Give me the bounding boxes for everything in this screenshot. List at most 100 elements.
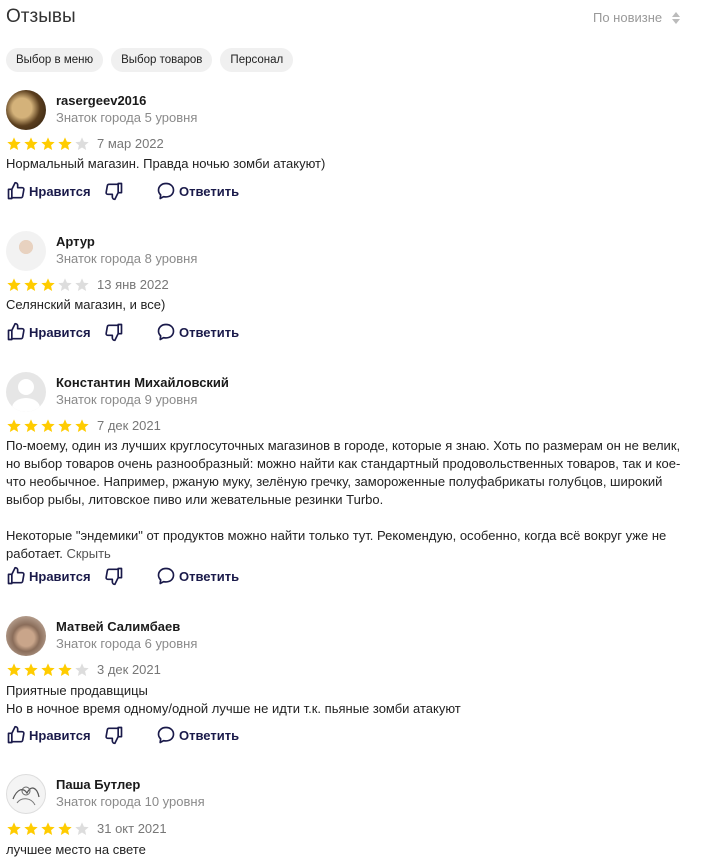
review-text: По-моему, один из лучших круглосуточных … [6,437,686,563]
collapse-link[interactable]: Скрыть [66,546,110,561]
review-date: 31 окт 2021 [97,821,167,836]
star-filled-icon [24,663,38,676]
sketch-avatar-icon [12,786,40,806]
review-text: Приятные продавщицы Но в ночное время од… [6,682,686,718]
review-actions: Нравится Ответить [6,181,266,203]
avatar[interactable] [6,616,46,656]
like-label: Нравится [29,183,91,199]
like-button[interactable]: Нравится [6,725,91,745]
review-paragraph: Но в ночное время одному/одной лучше не … [6,701,461,716]
avatar[interactable] [6,774,46,814]
like-button[interactable]: Нравится [6,566,91,586]
avatar[interactable] [6,372,46,412]
chip-staff[interactable]: Персонал [220,48,294,72]
star-empty-icon [75,137,89,150]
like-button[interactable]: Нравится [6,322,91,342]
star-filled-icon [58,822,72,835]
star-filled-icon [41,419,55,432]
author-name[interactable]: rasergeev2016 [56,93,146,108]
star-filled-icon [58,663,72,676]
like-label: Нравится [29,568,91,584]
thumbs-down-icon [104,322,124,342]
sort-label: По новизне [593,10,663,25]
thumbs-up-icon [6,725,26,745]
review-date: 7 мар 2022 [97,136,164,151]
dislike-button[interactable] [104,181,124,201]
star-empty-icon [58,278,72,291]
rating-stars [6,662,90,678]
thumbs-up-icon [6,566,26,586]
like-button[interactable]: Нравится [6,181,91,201]
review-text: лучшее место на свете [6,841,686,859]
review-paragraph: По-моему, один из лучших круглосуточных … [6,438,681,507]
review-text: Селянский магазин, и все) [6,296,686,314]
thumbs-down-icon [104,725,124,745]
chip-goods-choice[interactable]: Выбор товаров [111,48,213,72]
star-filled-icon [7,419,21,432]
reply-button[interactable]: Ответить [156,322,239,342]
star-filled-icon [24,137,38,150]
star-empty-icon [75,278,89,291]
author-name[interactable]: Матвей Салимбаев [56,619,180,634]
reply-label: Ответить [179,568,240,584]
star-empty-icon [75,822,89,835]
thumbs-up-icon [6,181,26,201]
sort-arrows-icon [672,11,681,24]
rating-stars [6,277,90,293]
comment-bubble-icon [156,725,176,745]
default-avatar-icon [12,379,40,412]
review-actions: Нравится Ответить [6,725,266,747]
dislike-button[interactable] [104,322,124,342]
author-name[interactable]: Артур [56,234,95,249]
review-text: Нормальный магазин. Правда ночью зомби а… [6,155,686,173]
review-date: 13 янв 2022 [97,277,169,292]
author-level: Знаток города 9 уровня [56,392,198,407]
star-filled-icon [75,419,89,432]
star-filled-icon [7,137,21,150]
like-label: Нравится [29,727,91,743]
chip-menu-choice[interactable]: Выбор в меню [6,48,104,72]
review-actions: Нравится Ответить [6,322,266,344]
star-filled-icon [41,663,55,676]
avatar[interactable] [6,231,46,271]
avatar[interactable] [6,90,46,130]
star-filled-icon [24,419,38,432]
review-paragraph: Нормальный магазин. Правда ночью зомби а… [6,156,326,171]
filter-chips: Выбор в меню Выбор товаров Персонал [6,48,294,72]
reply-label: Ответить [179,727,240,743]
star-filled-icon [58,137,72,150]
reviews-header: Отзывы По новизне [6,6,713,32]
author-name[interactable]: Паша Бутлер [56,777,140,792]
star-filled-icon [24,822,38,835]
star-filled-icon [24,278,38,291]
star-empty-icon [75,663,89,676]
rating-stars [6,136,90,152]
dislike-button[interactable] [104,725,124,745]
sort-dropdown[interactable]: По новизне [593,10,681,25]
thumbs-down-icon [104,566,124,586]
review-paragraph: Селянский магазин, и все) [6,297,166,312]
comment-bubble-icon [156,322,176,342]
author-level: Знаток города 5 уровня [56,110,198,125]
rating-stars [6,418,90,434]
review-paragraph: лучшее место на свете [6,842,146,857]
star-filled-icon [41,822,55,835]
author-level: Знаток города 6 уровня [56,636,198,651]
thumbs-up-icon [6,322,26,342]
like-label: Нравится [29,324,91,340]
review-date: 7 дек 2021 [97,418,161,433]
rating-stars [6,821,90,837]
thumbs-down-icon [104,181,124,201]
star-filled-icon [41,278,55,291]
author-name[interactable]: Константин Михайловский [56,375,229,390]
reply-label: Ответить [179,324,240,340]
reply-button[interactable]: Ответить [156,725,239,745]
comment-bubble-icon [156,181,176,201]
star-filled-icon [41,137,55,150]
reply-label: Ответить [179,183,240,199]
reply-button[interactable]: Ответить [156,181,239,201]
reply-button[interactable]: Ответить [156,566,239,586]
review-date: 3 дек 2021 [97,662,161,677]
dislike-button[interactable] [104,566,124,586]
author-level: Знаток города 8 уровня [56,251,198,266]
